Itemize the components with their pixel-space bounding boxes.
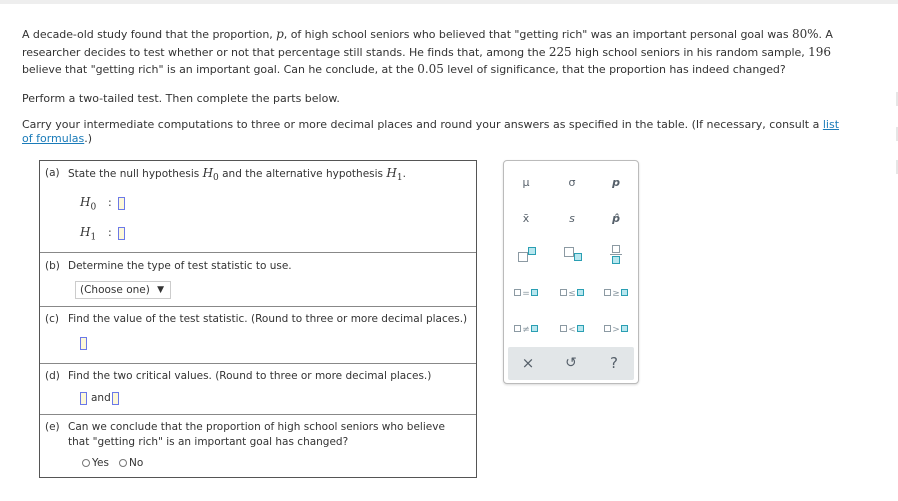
xbar-icon: x̄ <box>522 211 530 225</box>
s-icon: s <box>569 211 575 225</box>
colon: : <box>108 196 112 209</box>
greater-than-button[interactable]: > <box>596 315 636 341</box>
part-label: (a) <box>45 167 60 179</box>
neq-button[interactable]: ≠ <box>506 315 546 341</box>
fraction-button[interactable] <box>596 241 636 267</box>
h1-input[interactable] <box>118 227 125 240</box>
clear-button[interactable]: × <box>508 350 548 376</box>
h0-input[interactable] <box>118 197 125 210</box>
radio-label: No <box>129 457 144 469</box>
h0-label: H0 <box>80 195 96 212</box>
success-count: 196 <box>808 44 831 59</box>
geq-button[interactable]: ≥ <box>596 279 636 305</box>
palette-footer: × ↺ ? <box>508 347 634 380</box>
problem-text: believe that "getting rich" is an import… <box>22 63 418 76</box>
critical-value-1-input[interactable] <box>80 392 87 405</box>
problem-text: level of significance, that the proporti… <box>443 63 786 76</box>
h-symbol: H <box>80 225 91 239</box>
xbar-button[interactable]: x̄ <box>506 205 546 231</box>
test-statistic-input[interactable] <box>80 337 87 350</box>
radio-label: Yes <box>92 457 109 469</box>
problem-statement: A decade-old study found that the propor… <box>22 26 870 79</box>
mu-button[interactable]: μ <box>506 169 546 195</box>
phat-button[interactable]: p̂ <box>596 205 636 231</box>
radio-circle[interactable] <box>82 459 90 467</box>
part-e: (e) Can we conclude that the proportion … <box>40 415 476 477</box>
problem-text: , of high school seniors who believed th… <box>283 28 792 41</box>
leq-button[interactable]: ≤ <box>552 279 592 305</box>
select-value: (Choose one) <box>80 284 150 296</box>
neq-icon: ≠ <box>514 322 538 335</box>
p-button[interactable]: p <box>596 169 636 195</box>
top-strip <box>0 0 898 4</box>
critical-value-2-input[interactable] <box>112 392 119 405</box>
s-button[interactable]: s <box>552 205 592 231</box>
part-label: (b) <box>45 260 60 272</box>
dropdown-arrow-icon: ▼ <box>157 285 164 295</box>
phat-icon: p̂ <box>612 211 620 225</box>
less-than-icon: < <box>560 322 584 335</box>
equals-icon: = <box>514 286 538 299</box>
no-radio[interactable]: No <box>119 457 143 469</box>
significance-level: 0.05 <box>417 62 444 76</box>
h1-symbol: H <box>386 166 397 180</box>
part-c: (c) Find the value of the test statistic… <box>40 307 476 364</box>
superscript-icon <box>516 246 536 262</box>
h-symbol: H <box>80 195 91 209</box>
superscript-button[interactable] <box>506 241 546 267</box>
mu-icon: μ <box>522 175 530 189</box>
yes-radio[interactable]: Yes <box>82 457 109 469</box>
subscript-icon <box>562 246 582 262</box>
instruction-text: .) <box>84 132 93 145</box>
undo-icon: ↺ <box>565 355 577 371</box>
undo-button[interactable]: ↺ <box>551 350 591 376</box>
part-label: (c) <box>45 313 59 325</box>
text: and the alternative hypothesis <box>218 168 387 180</box>
proportion-value: 80% <box>792 27 819 41</box>
text: State the null hypothesis <box>68 168 203 180</box>
part-c-text: Find the value of the test statistic. (R… <box>68 313 468 325</box>
part-b: (b) Determine the type of test statistic… <box>40 253 476 307</box>
greater-than-icon: > <box>604 322 628 335</box>
part-label: (e) <box>45 421 60 433</box>
close-icon: × <box>521 354 535 372</box>
p-icon: p <box>612 175 620 189</box>
h0-symbol: H <box>202 166 214 180</box>
text: . <box>402 168 406 180</box>
carry-instruction: Carry your intermediate computations to … <box>22 118 842 146</box>
problem-text: high school seniors in his random sample… <box>571 45 809 59</box>
part-e-text: Can we conclude that the proportion of h… <box>68 421 445 448</box>
part-d: (d) Find the two critical values. (Round… <box>40 364 476 415</box>
part-label: (d) <box>45 370 60 382</box>
and-text: and <box>91 392 111 404</box>
problem-text: A decade-old study found that the propor… <box>22 28 277 41</box>
test-statistic-select[interactable]: (Choose one) ▼ <box>75 281 171 299</box>
subscript-button[interactable] <box>552 241 592 267</box>
part-b-text: Determine the type of test statistic to … <box>68 260 292 272</box>
instruction-text: Carry your intermediate computations to … <box>22 118 823 131</box>
h-sub: 0 <box>90 202 97 213</box>
sigma-button[interactable]: σ <box>552 169 592 195</box>
equals-button[interactable]: = <box>506 279 546 305</box>
leq-icon: ≤ <box>560 286 584 299</box>
fraction-icon <box>610 244 622 264</box>
sigma-icon: σ <box>568 175 576 189</box>
part-a: (a) State the null hypothesis H0 and the… <box>40 161 476 253</box>
h1-label: H1 <box>80 225 96 242</box>
part-d-text: Find the two critical values. (Round to … <box>68 370 432 382</box>
math-palette: μ σ p x̄ s p̂ = ≤ ≥ ≠ < > × ↺ ? <box>503 160 639 384</box>
part-a-text: State the null hypothesis H0 and the alt… <box>68 166 468 186</box>
less-than-button[interactable]: < <box>552 315 592 341</box>
two-tailed-instruction: Perform a two-tailed test. Then complete… <box>22 92 340 105</box>
variable-p: p <box>276 27 284 41</box>
help-icon: ? <box>610 354 618 372</box>
h-sub: 1 <box>90 232 97 243</box>
radio-circle[interactable] <box>119 459 127 467</box>
geq-icon: ≥ <box>604 286 628 299</box>
question-table: (a) State the null hypothesis H0 and the… <box>39 160 477 478</box>
sample-size: 225 <box>548 44 572 59</box>
help-button[interactable]: ? <box>594 350 634 376</box>
colon: : <box>108 226 112 239</box>
